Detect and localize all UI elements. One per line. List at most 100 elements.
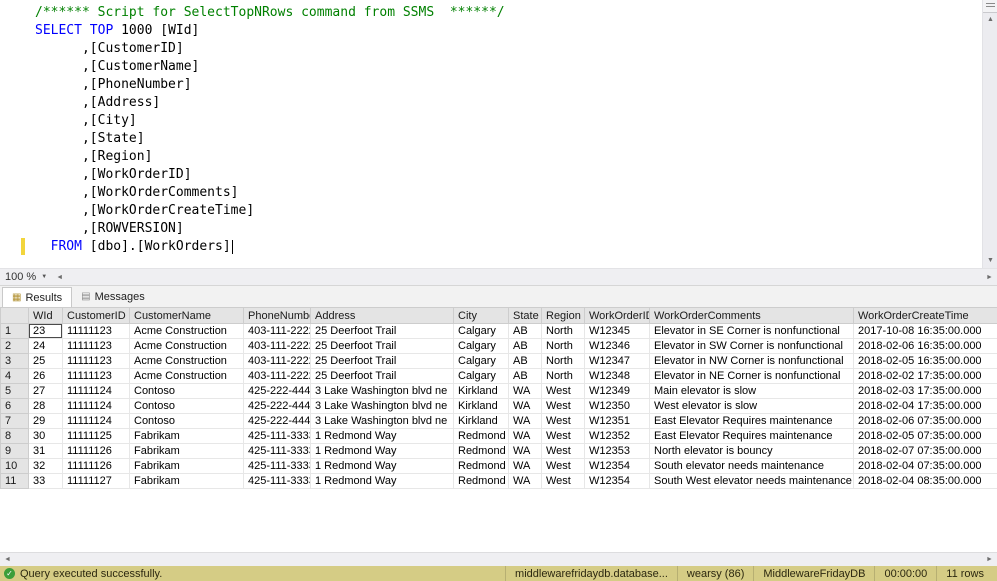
grid-cell[interactable]: 3 Lake Washington blvd ne: [311, 414, 454, 429]
grid-cell[interactable]: W12352: [585, 429, 650, 444]
grid-cell[interactable]: WA: [509, 459, 542, 474]
grid-cell[interactable]: 403-111-2222: [244, 324, 311, 339]
code-line[interactable]: ,[State]: [35, 130, 979, 148]
grid-cell[interactable]: 2018-02-06 07:35:00.000: [854, 414, 997, 429]
grid-cell[interactable]: 403-111-2222: [244, 339, 311, 354]
grid-cell[interactable]: 27: [29, 384, 63, 399]
grid-cell[interactable]: Elevator in NW Corner is nonfunctional: [650, 354, 854, 369]
grid-cell[interactable]: 1 Redmond Way: [311, 429, 454, 444]
grid-cell[interactable]: Calgary: [454, 354, 509, 369]
grid-cell[interactable]: 425-111-3333: [244, 429, 311, 444]
grid-cell[interactable]: North elevator is bouncy: [650, 444, 854, 459]
grid-cell[interactable]: 2018-02-04 07:35:00.000: [854, 459, 997, 474]
grid-cell[interactable]: 25 Deerfoot Trail: [311, 324, 454, 339]
grid-cell[interactable]: 2018-02-05 16:35:00.000: [854, 354, 997, 369]
grid-cell[interactable]: 11111123: [63, 369, 130, 384]
code-line[interactable]: ,[CustomerID]: [35, 40, 979, 58]
grid-cell[interactable]: Kirkland: [454, 414, 509, 429]
grid-cell[interactable]: 3 Lake Washington blvd ne: [311, 399, 454, 414]
grid-cell[interactable]: 25 Deerfoot Trail: [311, 339, 454, 354]
grid-cell[interactable]: 403-111-2222: [244, 354, 311, 369]
scroll-left-arrow-icon[interactable]: ◄: [52, 269, 67, 286]
grid-cell[interactable]: 11111124: [63, 399, 130, 414]
grid-cell[interactable]: AB: [509, 354, 542, 369]
grid-cell[interactable]: WA: [509, 474, 542, 489]
code-line[interactable]: ,[City]: [35, 112, 979, 130]
grid-cell[interactable]: Calgary: [454, 324, 509, 339]
grid-cell[interactable]: 25 Deerfoot Trail: [311, 369, 454, 384]
grid-cell[interactable]: Redmond: [454, 474, 509, 489]
grid-cell[interactable]: Elevator in SW Corner is nonfunctional: [650, 339, 854, 354]
column-header-workordercreatetime[interactable]: WorkOrderCreateTime: [854, 308, 997, 324]
row-header[interactable]: 9: [1, 444, 29, 459]
grid-cell[interactable]: Main elevator is slow: [650, 384, 854, 399]
grid-cell[interactable]: WA: [509, 414, 542, 429]
column-header-wid[interactable]: WId: [29, 308, 63, 324]
grid-cell[interactable]: Acme Construction: [130, 324, 244, 339]
grid-cell[interactable]: W12346: [585, 339, 650, 354]
grid-cell[interactable]: W12351: [585, 414, 650, 429]
grid-cell[interactable]: W12347: [585, 354, 650, 369]
grid-cell[interactable]: 25: [29, 354, 63, 369]
grid-cell[interactable]: 26: [29, 369, 63, 384]
grid-cell[interactable]: W12354: [585, 459, 650, 474]
row-header[interactable]: 7: [1, 414, 29, 429]
grid-cell[interactable]: 425-222-4444: [244, 384, 311, 399]
grid-cell[interactable]: South elevator needs maintenance: [650, 459, 854, 474]
column-header-city[interactable]: City: [454, 308, 509, 324]
grid-cell[interactable]: 425-111-3333: [244, 459, 311, 474]
grid-cell[interactable]: W12353: [585, 444, 650, 459]
grid-cell[interactable]: 2018-02-03 17:35:00.000: [854, 384, 997, 399]
grid-cell[interactable]: Fabrikam: [130, 474, 244, 489]
code-line[interactable]: ,[ROWVERSION]: [35, 220, 979, 238]
grid-cell[interactable]: W12350: [585, 399, 650, 414]
grid-cell[interactable]: 11111123: [63, 339, 130, 354]
grid-cell[interactable]: Contoso: [130, 414, 244, 429]
grid-cell[interactable]: 11111124: [63, 384, 130, 399]
row-header[interactable]: 6: [1, 399, 29, 414]
grid-cell[interactable]: Redmond: [454, 444, 509, 459]
zoom-level-select[interactable]: 100 % ▼: [0, 269, 52, 286]
grid-cell[interactable]: 11111126: [63, 459, 130, 474]
grid-cell[interactable]: 11111123: [63, 354, 130, 369]
row-header[interactable]: 1: [1, 324, 29, 339]
code-line[interactable]: ,[Region]: [35, 148, 979, 166]
grid-cell[interactable]: 2018-02-05 07:35:00.000: [854, 429, 997, 444]
column-header-address[interactable]: Address: [311, 308, 454, 324]
column-header-customername[interactable]: CustomerName: [130, 308, 244, 324]
grid-cell[interactable]: AB: [509, 339, 542, 354]
results-grid[interactable]: WIdCustomerIDCustomerNamePhoneNumberAddr…: [0, 307, 997, 489]
grid-cell[interactable]: 28: [29, 399, 63, 414]
grid-cell[interactable]: East Elevator Requires maintenance: [650, 414, 854, 429]
grid-cell[interactable]: WA: [509, 444, 542, 459]
grid-cell[interactable]: North: [542, 339, 585, 354]
grid-cell[interactable]: West: [542, 384, 585, 399]
grid-cell[interactable]: 24: [29, 339, 63, 354]
grid-cell[interactable]: 2018-02-04 17:35:00.000: [854, 399, 997, 414]
grid-cell[interactable]: Acme Construction: [130, 339, 244, 354]
grid-cell[interactable]: WA: [509, 384, 542, 399]
code-lines[interactable]: /****** Script for SelectTopNRows comman…: [35, 4, 979, 256]
grid-cell[interactable]: East Elevator Requires maintenance: [650, 429, 854, 444]
grid-cell[interactable]: North: [542, 369, 585, 384]
grid-cell[interactable]: AB: [509, 324, 542, 339]
grid-cell[interactable]: 2017-10-08 16:35:00.000: [854, 324, 997, 339]
code-line[interactable]: ,[CustomerName]: [35, 58, 979, 76]
row-header[interactable]: 11: [1, 474, 29, 489]
scroll-right-arrow-icon[interactable]: ►: [982, 269, 997, 286]
scroll-left-arrow-icon[interactable]: ◄: [0, 553, 15, 567]
grid-cell[interactable]: 29: [29, 414, 63, 429]
grid-cell[interactable]: W12345: [585, 324, 650, 339]
row-header[interactable]: 8: [1, 429, 29, 444]
grid-cell[interactable]: Calgary: [454, 339, 509, 354]
results-horizontal-scrollbar[interactable]: ◄ ►: [0, 552, 997, 566]
grid-cell[interactable]: 2018-02-02 17:35:00.000: [854, 369, 997, 384]
grid-cell[interactable]: 11111127: [63, 474, 130, 489]
grid-cell[interactable]: 2018-02-07 07:35:00.000: [854, 444, 997, 459]
row-header[interactable]: 3: [1, 354, 29, 369]
grid-cell[interactable]: West: [542, 429, 585, 444]
grid-cell[interactable]: North: [542, 324, 585, 339]
grid-corner-cell[interactable]: [1, 308, 29, 324]
grid-cell[interactable]: Kirkland: [454, 399, 509, 414]
splitter-grip[interactable]: [983, 0, 997, 13]
